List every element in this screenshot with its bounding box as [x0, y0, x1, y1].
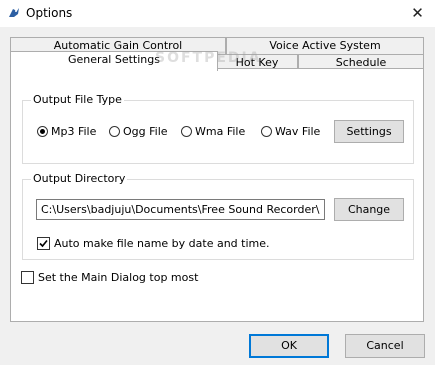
tab-schedule[interactable]: Schedule: [298, 54, 424, 69]
auto-name-label: Auto make file name by date and time.: [54, 237, 270, 250]
ok-button[interactable]: OK: [249, 334, 329, 358]
radio-mp3-indicator[interactable]: [37, 126, 48, 137]
window-title: Options: [26, 6, 73, 20]
auto-name-option[interactable]: Auto make file name by date and time.: [37, 236, 270, 252]
cancel-button[interactable]: Cancel: [345, 334, 425, 358]
top-most-option[interactable]: Set the Main Dialog top most: [21, 270, 198, 286]
title-bar: Options ✕: [0, 0, 435, 27]
tab-general-settings[interactable]: General Settings: [10, 51, 218, 71]
radio-wma-indicator[interactable]: [181, 126, 192, 137]
radio-wav-indicator[interactable]: [261, 126, 272, 137]
output-directory-field[interactable]: C:\Users\badjuju\Documents\Free Sound Re…: [36, 199, 325, 220]
radio-ogg[interactable]: Ogg File: [109, 124, 168, 140]
radio-wav-label: Wav File: [275, 125, 321, 138]
radio-wma-label: Wma File: [195, 125, 246, 138]
change-button[interactable]: Change: [334, 198, 404, 221]
auto-name-checkbox[interactable]: [37, 237, 50, 250]
top-most-checkbox[interactable]: [21, 271, 34, 284]
dialog-footer: OK Cancel: [0, 325, 435, 365]
settings-button[interactable]: Settings: [334, 120, 404, 143]
radio-mp3[interactable]: Mp3 File: [37, 124, 96, 140]
radio-ogg-label: Ogg File: [123, 125, 168, 138]
radio-wav[interactable]: Wav File: [261, 124, 320, 140]
bird-icon: [6, 5, 22, 21]
radio-wma[interactable]: Wma File: [181, 124, 245, 140]
close-icon[interactable]: ✕: [400, 0, 435, 27]
general-settings-panel: Output File Type Mp3 File Ogg File Wma F…: [10, 68, 424, 322]
output-directory-label: Output Directory: [31, 172, 128, 186]
tab-hot-key[interactable]: Hot Key: [216, 54, 298, 69]
top-most-label: Set the Main Dialog top most: [38, 271, 199, 284]
radio-ogg-indicator[interactable]: [109, 126, 120, 137]
radio-mp3-label: Mp3 File: [51, 125, 97, 138]
output-file-type-group: Output File Type Mp3 File Ogg File Wma F…: [22, 93, 414, 164]
output-file-type-label: Output File Type: [31, 93, 124, 107]
tab-voice-active-system[interactable]: Voice Active System: [226, 37, 424, 54]
